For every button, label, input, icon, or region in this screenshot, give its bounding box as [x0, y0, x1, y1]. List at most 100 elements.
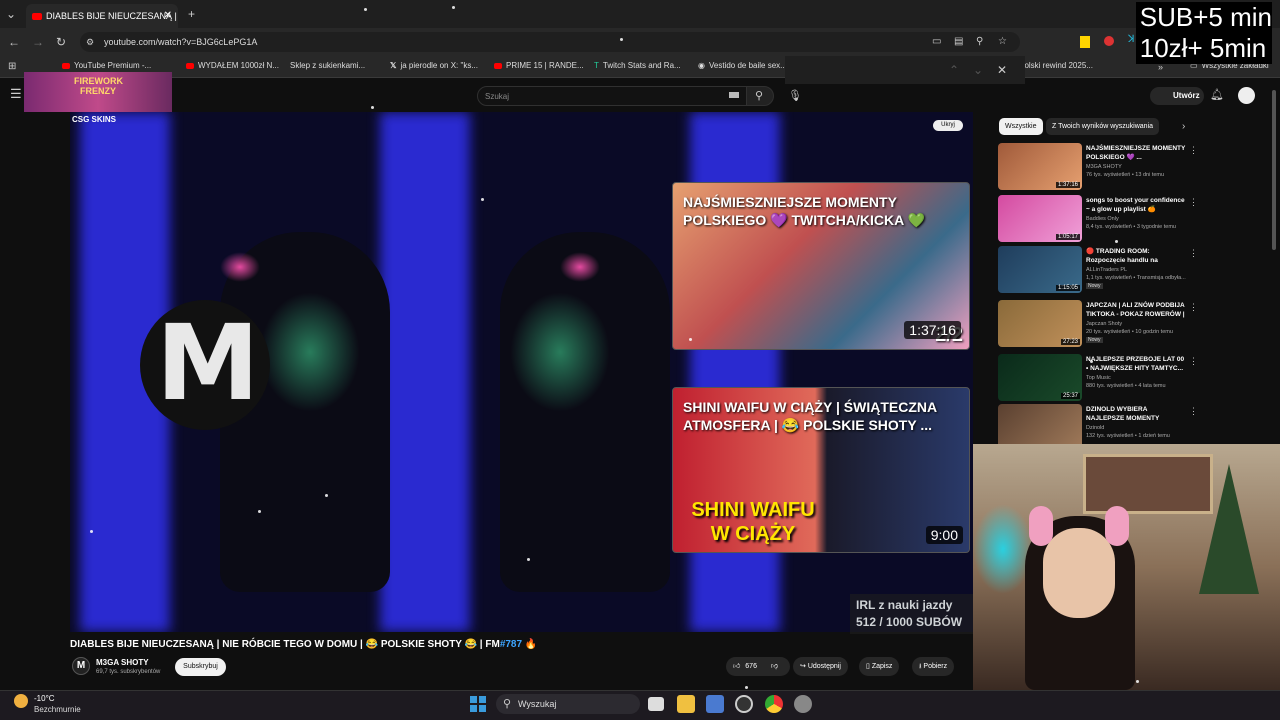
close-find-icon[interactable]: ✕: [997, 63, 1007, 77]
video-title: DZINOLD WYBIERA NAJLEPSZE MOMENTY POLSKI…: [1086, 406, 1160, 422]
more-vert-icon[interactable]: ⋮: [1189, 406, 1198, 417]
windows-taskbar: [0, 690, 1280, 720]
task-view-icon[interactable]: [648, 697, 664, 711]
chip-all[interactable]: Wszystkie: [999, 118, 1043, 135]
video-meta: Japczan Shoty 20 tys. wyświetleń • 10 god…: [1086, 321, 1173, 335]
download-button[interactable]: ⭳ Pobierz: [912, 657, 955, 676]
share-button[interactable]: ↪ Udostępnij: [793, 657, 848, 676]
notifications-bell-icon[interactable]: 🔔︎: [1210, 88, 1224, 102]
save-button[interactable]: ▯ Zapisz: [859, 657, 900, 676]
weather-moon-icon[interactable]: [14, 694, 28, 708]
forward-icon[interactable]: →: [32, 35, 44, 49]
new-tab-icon[interactable]: +: [188, 7, 195, 21]
back-icon[interactable]: ←: [8, 35, 20, 49]
bookmark-item[interactable]: ◉ Vestido de baile sex...: [698, 61, 787, 70]
create-button[interactable]: Utwórz: [1150, 87, 1204, 105]
reader-icon[interactable]: ▤: [954, 35, 963, 49]
keyboard-icon[interactable]: [729, 92, 739, 98]
recommended-video[interactable]: 1:37:16 NAJŚMIESZNIEJSZE MOMENTY POLSKIE…: [998, 143, 1198, 191]
store-icon[interactable]: [706, 695, 724, 713]
bookmark-item[interactable]: T Twitch Stats and Ra...: [594, 61, 681, 70]
hashtag-link[interactable]: #787: [500, 639, 522, 650]
headphones-icon: [1105, 506, 1129, 546]
weather-temperature[interactable]: -10°C: [34, 694, 55, 703]
extension-icon[interactable]: [1080, 36, 1090, 48]
search-input[interactable]: Szukaj: [477, 86, 747, 106]
settings-gear-icon[interactable]: [794, 695, 812, 713]
like-count[interactable]: 676: [745, 663, 757, 670]
video-title: JAPCZAN | ALI ZNÓW PODBIJA TIKTOKA - POK…: [1086, 302, 1185, 318]
file-explorer-icon[interactable]: [677, 695, 695, 713]
bookmark-item[interactable]: 𝕏ja pierodle on X: "ks...: [390, 61, 478, 70]
youtube-favicon-icon: [62, 62, 70, 69]
christmas-tree: [1199, 464, 1259, 594]
thumbs-down-icon[interactable]: 👎︎: [771, 663, 778, 670]
recommended-video[interactable]: 27:23 JAPCZAN | ALI ZNÓW PODBIJA TIKTOKA…: [998, 300, 1198, 348]
chevron-right-icon[interactable]: ›: [1182, 120, 1185, 134]
bookmark-item[interactable]: polski rewind 2025...: [1020, 61, 1093, 70]
hamburger-menu-icon[interactable]: ☰: [10, 87, 22, 101]
taskbar-search[interactable]: Wyszukaj: [496, 694, 640, 714]
sponsor-logo: CSG SKINS: [72, 115, 117, 124]
scrollbar[interactable]: [1272, 90, 1276, 250]
bookmark-item[interactable]: PRIME 15 | RANDE...: [494, 61, 584, 70]
omnibox[interactable]: ⚙ youtube.com/watch?v=BJG6cLePG1A ▭ ▤ ⚲ …: [80, 32, 1020, 52]
site-info-icon[interactable]: ⚙: [86, 35, 94, 49]
chevron-down-icon[interactable]: ⌄: [973, 63, 983, 77]
endscreen-video-card[interactable]: NAJŚMIESZNIEJSZE MOMENTY POLSKIEGO 💜 TWI…: [672, 182, 970, 350]
irl-goal-title: IRL z nauki jazdy: [856, 598, 953, 612]
hide-button[interactable]: Ukryj: [933, 120, 963, 131]
chip-from-search[interactable]: Z Twoich wyników wyszukiwania: [1046, 118, 1160, 135]
reload-icon[interactable]: ↻: [56, 35, 66, 49]
video-meta: ALLinTraders PL 1,1 tys. wyświetleń • Tra…: [1086, 267, 1186, 281]
search-button[interactable]: ⚲: [746, 86, 774, 106]
extension-icon[interactable]: ꓘ: [1128, 34, 1135, 45]
chevron-up-icon[interactable]: ⌃: [949, 63, 959, 77]
channel-avatar[interactable]: M: [72, 657, 90, 675]
subscribe-button[interactable]: Subskrybuj: [175, 658, 226, 676]
cast-icon[interactable]: ▭: [932, 35, 941, 49]
m-logo-icon: M: [156, 302, 260, 424]
more-vert-icon[interactable]: ⋮: [1189, 197, 1198, 208]
twitchtracker-icon: T: [594, 61, 599, 70]
find-bar: ⌃ ⌄ ✕: [785, 56, 1025, 84]
more-vert-icon[interactable]: ⋮: [1189, 302, 1198, 313]
browser-tab[interactable]: DIABLES BIJE NIEUCZESANĄ | N ✕: [26, 4, 178, 28]
microphone-icon[interactable]: 🎙︎: [788, 89, 802, 103]
recommended-video[interactable]: 25:37 NAJLEPSZE PRZEBOJE LAT 00 • NAJWIĘ…: [998, 354, 1198, 402]
globe-icon: ◉: [698, 61, 705, 70]
tab-list-icon[interactable]: ⌄: [6, 7, 16, 21]
recommended-video[interactable]: 1:15:05 🔴 TRADING ROOM: Rozpoczęcie hand…: [998, 246, 1198, 294]
avatar[interactable]: [1238, 87, 1255, 104]
zoom-icon[interactable]: ⚲: [976, 35, 983, 49]
obs-icon[interactable]: [735, 695, 753, 713]
more-vert-icon[interactable]: ⋮: [1189, 356, 1198, 367]
video-title: songs to boost your confidence ~ a glow …: [1086, 197, 1185, 213]
chrome-icon[interactable]: [765, 695, 783, 713]
windows-start-icon[interactable]: [470, 696, 486, 712]
bookmark-item[interactable]: Sklep z sukienkami...: [290, 61, 365, 70]
more-vert-icon[interactable]: ⋮: [1189, 145, 1198, 156]
channel-name[interactable]: M3GA SHOTY: [96, 658, 149, 667]
irl-goal-overlay: IRL z nauki jazdy 512 / 1000 SUBÓW: [850, 594, 975, 634]
youtube-favicon-icon: [494, 62, 502, 69]
thumbs-up-icon[interactable]: 👍︎: [733, 663, 740, 670]
stream-ad-banner: FIREWORK FRENZY: [24, 72, 172, 112]
weather-description[interactable]: Bezchmurnie: [34, 705, 81, 714]
bookmark-star-icon[interactable]: ☆: [998, 35, 1007, 49]
video-title: 🔴 TRADING ROOM: Rozpoczęcie handlu na ry…: [1086, 248, 1158, 264]
endcard-duration: 1:37:16: [904, 321, 961, 339]
streamer-face: [1043, 528, 1115, 618]
apps-grid-icon[interactable]: ⊞: [8, 60, 16, 74]
close-tab-icon[interactable]: ✕: [164, 4, 172, 28]
video-frame-figure: [500, 232, 670, 592]
bookmark-item[interactable]: WYDAŁEM 1000zł N...: [186, 61, 279, 70]
endscreen-video-card[interactable]: SHINI WAIFU W CIĄŻY | ŚWIĄTECZNA ATMOSFE…: [672, 387, 970, 553]
video-title: NAJŚMIESZNIEJSZE MOMENTY POLSKIEGO 💜 ...: [1086, 145, 1186, 161]
recommended-video[interactable]: 1:05:17 songs to boost your confidence ~…: [998, 195, 1198, 243]
more-vert-icon[interactable]: ⋮: [1189, 248, 1198, 259]
bookmark-item[interactable]: YouTube Premium -...: [62, 61, 151, 70]
video-meta: Dzinold 132 tys. wyświetleń • 1 dzień tem…: [1086, 425, 1170, 439]
channel-watermark: M: [140, 300, 270, 430]
extension-icon[interactable]: [1104, 36, 1114, 46]
